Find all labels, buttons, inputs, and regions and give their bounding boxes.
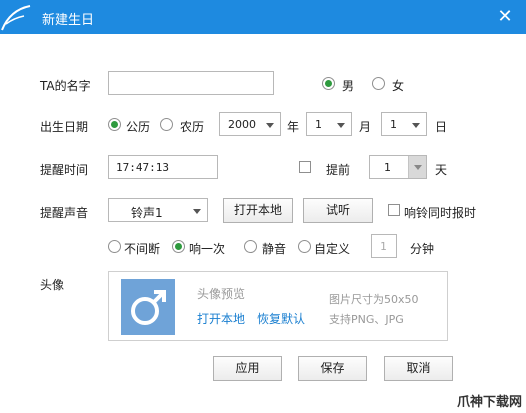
avatar-format-note: 支持PNG、JPG bbox=[329, 313, 404, 326]
avatar-label: 头像 bbox=[40, 278, 65, 292]
cancel-button[interactable]: 取消 bbox=[384, 356, 453, 381]
announce-time-checkbox[interactable] bbox=[388, 204, 400, 216]
custom-minutes-input[interactable] bbox=[371, 234, 397, 258]
chevron-down-icon bbox=[337, 123, 345, 128]
avatar-open-local-link[interactable]: 打开本地 bbox=[197, 310, 245, 327]
advance-label: 提前 bbox=[326, 163, 351, 177]
gender-male-radio[interactable] bbox=[322, 77, 335, 90]
ringtone-value: 铃声1 bbox=[131, 206, 163, 220]
month-unit: 月 bbox=[359, 120, 372, 134]
chevron-down-icon bbox=[266, 123, 274, 128]
gender-female-label: 女 bbox=[392, 79, 405, 93]
save-button[interactable]: 保存 bbox=[298, 356, 367, 381]
app-logo-icon bbox=[1, 5, 31, 31]
month-value: 1 bbox=[315, 118, 322, 131]
solar-calendar-label: 公历 bbox=[126, 120, 151, 134]
day-select[interactable]: 1 bbox=[381, 112, 427, 136]
sound-label: 提醒声音 bbox=[40, 206, 89, 220]
mode-mute-label: 静音 bbox=[262, 242, 287, 256]
avatar-restore-default-link[interactable]: 恢复默认 bbox=[257, 310, 305, 327]
listen-button[interactable]: 试听 bbox=[303, 198, 373, 223]
advance-days-select[interactable]: 1 bbox=[369, 155, 427, 179]
title-bar: 新建生日 ✕ bbox=[0, 0, 526, 34]
window-title: 新建生日 bbox=[42, 13, 95, 28]
avatar-panel: 头像预览 打开本地 恢复默认 图片尺寸为50x50 支持PNG、JPG bbox=[108, 271, 448, 341]
watermark: 爪神下载网 bbox=[456, 395, 522, 410]
year-unit: 年 bbox=[287, 120, 300, 134]
day-value: 1 bbox=[390, 118, 397, 131]
advance-checkbox[interactable] bbox=[299, 161, 311, 173]
lunar-calendar-label: 农历 bbox=[180, 120, 205, 134]
solar-calendar-radio[interactable] bbox=[108, 118, 121, 131]
name-label: TA的名字 bbox=[40, 79, 91, 93]
minutes-unit: 分钟 bbox=[410, 242, 435, 256]
reminder-time-label: 提醒时间 bbox=[40, 163, 89, 177]
reminder-time-input[interactable] bbox=[108, 155, 218, 179]
chevron-down-icon bbox=[408, 156, 426, 178]
mode-continuous-label: 不间断 bbox=[124, 242, 161, 256]
male-symbol-icon bbox=[131, 290, 166, 325]
open-local-sound-button[interactable]: 打开本地 bbox=[223, 198, 293, 223]
apply-button[interactable]: 应用 bbox=[213, 356, 282, 381]
gender-male-label: 男 bbox=[342, 79, 355, 93]
day-unit: 日 bbox=[435, 120, 448, 134]
advance-days-value: 1 bbox=[384, 161, 391, 174]
mode-continuous-radio[interactable] bbox=[108, 240, 121, 253]
mode-once-radio[interactable] bbox=[172, 240, 185, 253]
avatar bbox=[121, 279, 175, 335]
avatar-size-note: 图片尺寸为50x50 bbox=[329, 293, 419, 306]
announce-time-label: 响铃同时报时 bbox=[404, 206, 477, 220]
mode-custom-radio[interactable] bbox=[298, 240, 311, 253]
mode-mute-radio[interactable] bbox=[244, 240, 257, 253]
lunar-calendar-radio[interactable] bbox=[160, 118, 173, 131]
year-value: 2000 bbox=[228, 118, 256, 131]
year-select[interactable]: 2000 bbox=[219, 112, 281, 136]
gender-female-radio[interactable] bbox=[372, 77, 385, 90]
avatar-preview-label: 头像预览 bbox=[197, 287, 246, 301]
ringtone-select[interactable]: 铃声1 bbox=[108, 198, 208, 222]
birth-date-label: 出生日期 bbox=[40, 120, 89, 134]
mode-once-label: 响一次 bbox=[189, 242, 226, 256]
chevron-down-icon bbox=[193, 209, 201, 214]
chevron-down-icon bbox=[412, 123, 420, 128]
close-button[interactable]: ✕ bbox=[494, 6, 516, 28]
advance-days-unit: 天 bbox=[435, 163, 448, 177]
name-input[interactable] bbox=[108, 71, 274, 95]
mode-custom-label: 自定义 bbox=[314, 242, 351, 256]
month-select[interactable]: 1 bbox=[306, 112, 352, 136]
